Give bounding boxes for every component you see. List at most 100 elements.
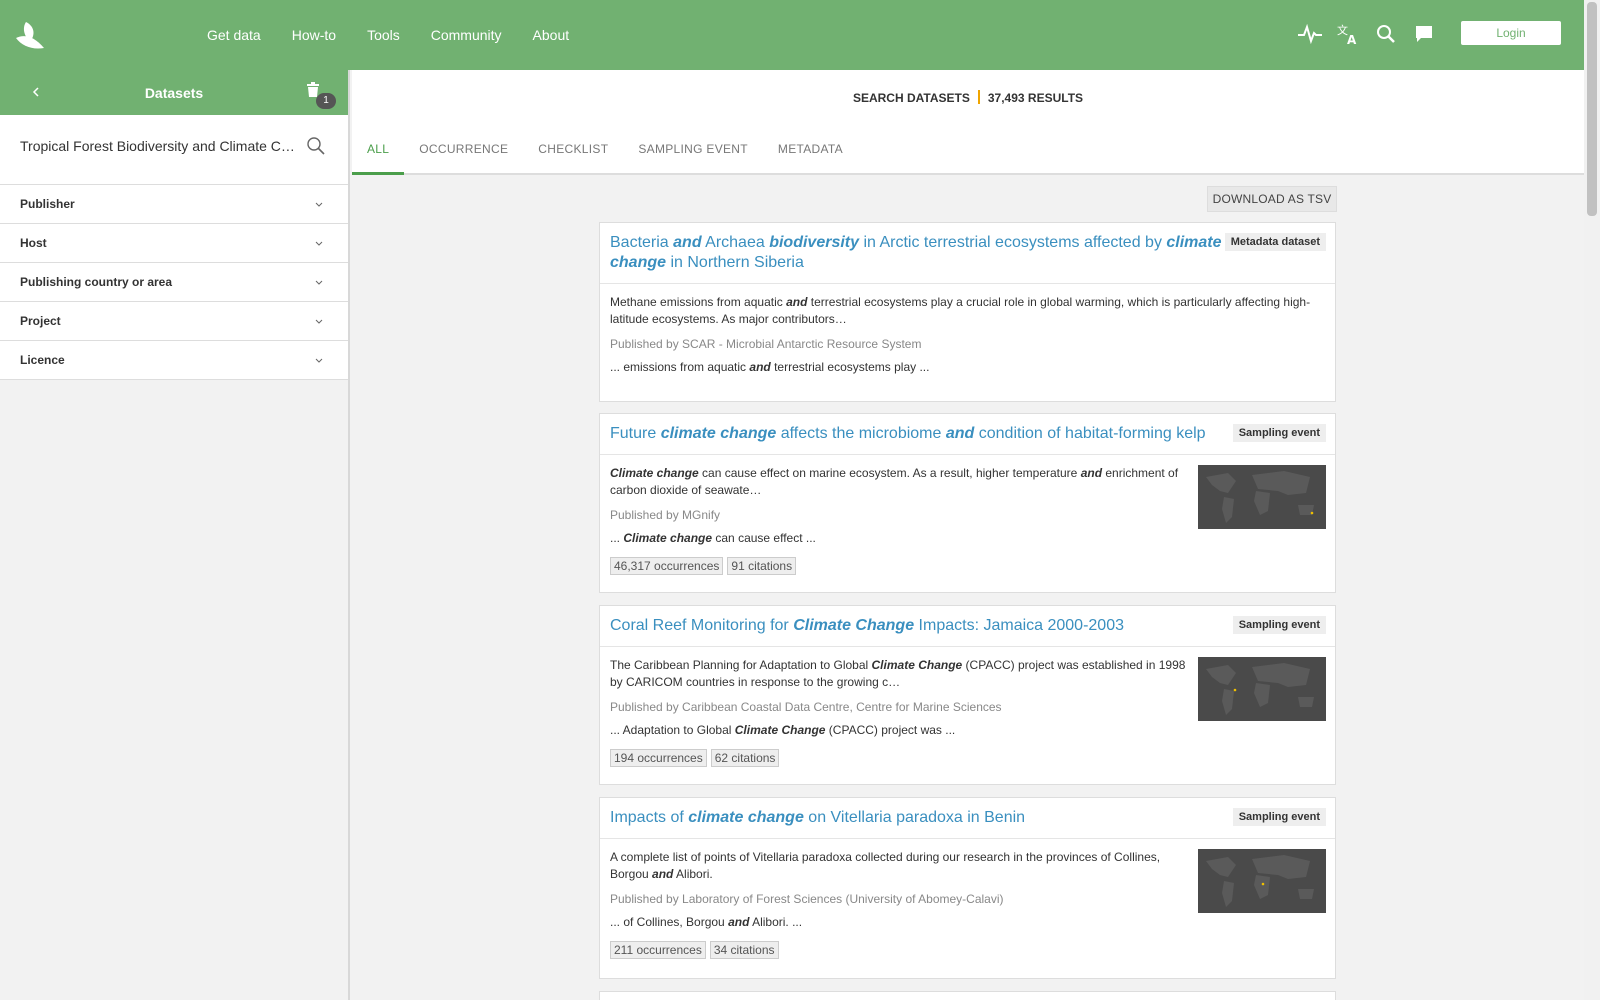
desc-highlight: and bbox=[652, 867, 674, 881]
filter-publishing-country[interactable]: Publishing country or area bbox=[0, 263, 348, 302]
search-icon[interactable] bbox=[305, 135, 327, 157]
dataset-stats: 194 occurrences 62 citations bbox=[610, 749, 1325, 767]
search-icon[interactable] bbox=[1372, 20, 1400, 48]
sidebar-title: Datasets bbox=[144, 84, 204, 101]
card-header: Bacteria and Archaea biodiversity in Arc… bbox=[600, 223, 1335, 284]
match-snippet: ... of Collines, Borgou and Alibori. ... bbox=[610, 915, 1325, 929]
card-header: Coral Reef Monitoring for Climate Change… bbox=[600, 606, 1335, 647]
desc-text: Alibori. bbox=[673, 867, 713, 881]
filter-sidebar: Datasets 1 Tropical Forest Biodiversity … bbox=[0, 70, 350, 1000]
title-highlight: climate change bbox=[660, 425, 777, 442]
filter-label: Publishing country or area bbox=[20, 275, 173, 289]
title-highlight: and bbox=[673, 234, 702, 251]
title-text: Archaea bbox=[701, 234, 770, 251]
dataset-description: Climate change can cause effect on marin… bbox=[610, 465, 1195, 499]
desc-highlight: and bbox=[1080, 466, 1103, 480]
scrollbar-thumb[interactable] bbox=[1587, 2, 1597, 216]
dataset-title-link[interactable]: Future climate change affects the microb… bbox=[610, 424, 1222, 444]
card-body: Methane emissions from aquatic and terre… bbox=[600, 284, 1335, 384]
desc-highlight: Climate Change bbox=[871, 658, 963, 672]
filter-count-badge: 1 bbox=[316, 93, 336, 109]
dataset-stats: 211 occurrences 34 citations bbox=[610, 941, 1325, 959]
snippet-text: ... emissions from aquatic bbox=[610, 360, 750, 374]
snippet-text: ... of Collines, Borgou bbox=[610, 915, 729, 929]
dataset-title-link[interactable]: Coral Reef Monitoring for Climate Change… bbox=[610, 616, 1222, 636]
filter-label: Project bbox=[20, 314, 61, 328]
title-highlight: climate change bbox=[688, 809, 804, 826]
dataset-search-input[interactable]: Tropical Forest Biodiversity and Climate… bbox=[20, 138, 295, 154]
occurrences-chip[interactable]: 211 occurrences bbox=[610, 941, 706, 959]
chevron-down-icon bbox=[315, 319, 323, 324]
filter-host[interactable]: Host bbox=[0, 224, 348, 263]
download-tsv-button[interactable]: DOWNLOAD AS TSV bbox=[1207, 186, 1337, 212]
snippet-highlight: Climate Change bbox=[734, 723, 826, 737]
card-body: The Caribbean Planning for Adaptation to… bbox=[600, 647, 1335, 777]
title-text: Impacts of bbox=[610, 809, 689, 826]
occurrences-chip[interactable]: 194 occurrences bbox=[610, 749, 707, 767]
card-body: A complete list of points of Vitellaria … bbox=[600, 839, 1335, 969]
main-nav: Get data How-to Tools Community About bbox=[207, 0, 600, 70]
search-datasets-label: SEARCH DATASETS bbox=[852, 91, 970, 105]
world-map-thumbnail bbox=[1198, 849, 1326, 913]
dataset-description: A complete list of points of Vitellaria … bbox=[610, 849, 1195, 883]
dataset-title-link[interactable]: Impacts of climate change on Vitellaria … bbox=[610, 808, 1222, 828]
dataset-title-link[interactable]: Bacteria and Archaea biodiversity in Arc… bbox=[610, 233, 1222, 273]
desc-text: The Caribbean Planning for Adaptation to… bbox=[610, 658, 872, 672]
match-snippet: ... Climate change can cause effect ... bbox=[610, 531, 1325, 545]
snippet-text: Alibori. ... bbox=[749, 915, 803, 929]
dataset-type-badge: Sampling event bbox=[1232, 424, 1326, 442]
dataset-type-badge: Sampling event bbox=[1232, 808, 1326, 826]
nav-about[interactable]: About bbox=[533, 27, 570, 43]
snippet-text: ... Adaptation to Global bbox=[610, 723, 735, 737]
title-highlight: Climate Change bbox=[793, 617, 915, 634]
card-header: Future climate change affects the microb… bbox=[600, 414, 1335, 455]
snippet-highlight: and bbox=[749, 360, 771, 374]
filter-licence[interactable]: Licence bbox=[0, 341, 348, 380]
clear-filters-button[interactable]: 1 bbox=[306, 82, 336, 112]
page-scrollbar[interactable] bbox=[1584, 0, 1600, 1000]
title-text: Coral Reef Monitoring for bbox=[610, 617, 794, 634]
nav-tools[interactable]: Tools bbox=[367, 27, 400, 43]
snippet-highlight: Climate change bbox=[623, 531, 713, 545]
filter-project[interactable]: Project bbox=[0, 302, 348, 341]
translate-icon[interactable]: 文A bbox=[1334, 20, 1362, 48]
result-card: Bacteria and Archaea biodiversity in Arc… bbox=[599, 222, 1336, 402]
citations-chip[interactable]: 62 citations bbox=[710, 749, 780, 767]
filter-publisher[interactable]: Publisher bbox=[0, 185, 348, 224]
tab-all[interactable]: ALL bbox=[352, 130, 405, 175]
match-snippet: ... Adaptation to Global Climate Change … bbox=[610, 723, 1325, 737]
top-navbar: Get data How-to Tools Community About 文A… bbox=[0, 0, 1584, 70]
nav-how-to[interactable]: How-to bbox=[292, 27, 336, 43]
dataset-description: The Caribbean Planning for Adaptation to… bbox=[610, 657, 1195, 691]
tab-sampling-event[interactable]: SAMPLING EVENT bbox=[623, 130, 763, 173]
result-card: Impacts of climate change on Vitellaria … bbox=[599, 797, 1336, 979]
feedback-icon[interactable] bbox=[1410, 20, 1438, 48]
tab-occurrence[interactable]: OCCURRENCE bbox=[404, 130, 523, 173]
card-header: Impacts of climate change on Vitellaria … bbox=[600, 798, 1335, 839]
results-divider bbox=[977, 90, 980, 104]
citations-chip[interactable]: 34 citations bbox=[709, 941, 779, 959]
title-text: Impacts: Jamaica 2000-2003 bbox=[914, 617, 1124, 634]
world-map-thumbnail bbox=[1198, 465, 1326, 529]
dataset-type-tabs: ALL OCCURRENCE CHECKLIST SAMPLING EVENT … bbox=[352, 130, 858, 175]
gbif-logo-icon[interactable] bbox=[14, 20, 48, 50]
occurrences-chip[interactable]: 46,317 occurrences bbox=[610, 557, 724, 575]
filter-label: Licence bbox=[20, 353, 65, 367]
publisher-text: Published by SCAR - Microbial Antarctic … bbox=[610, 337, 922, 351]
citations-chip[interactable]: 91 citations bbox=[727, 557, 797, 575]
tab-checklist[interactable]: CHECKLIST bbox=[523, 130, 623, 173]
tab-metadata[interactable]: METADATA bbox=[763, 130, 858, 173]
nav-community[interactable]: Community bbox=[431, 27, 502, 43]
match-snippet: ... emissions from aquatic and terrestri… bbox=[610, 360, 1325, 374]
chevron-left-icon[interactable] bbox=[28, 83, 44, 101]
activity-icon[interactable] bbox=[1296, 20, 1324, 48]
dataset-search-box: Tropical Forest Biodiversity and Climate… bbox=[0, 115, 348, 185]
filter-label: Host bbox=[20, 236, 47, 250]
nav-get-data[interactable]: Get data bbox=[207, 27, 261, 43]
world-map-thumbnail bbox=[1198, 657, 1326, 721]
title-text: Bacteria bbox=[610, 234, 674, 251]
snippet-text: terrestrial ecosystems play ... bbox=[770, 360, 930, 374]
snippet-text: ... bbox=[610, 531, 624, 545]
result-card: Coral Reef Monitoring for Climate Change… bbox=[599, 605, 1336, 785]
login-button[interactable]: Login bbox=[1461, 21, 1561, 45]
